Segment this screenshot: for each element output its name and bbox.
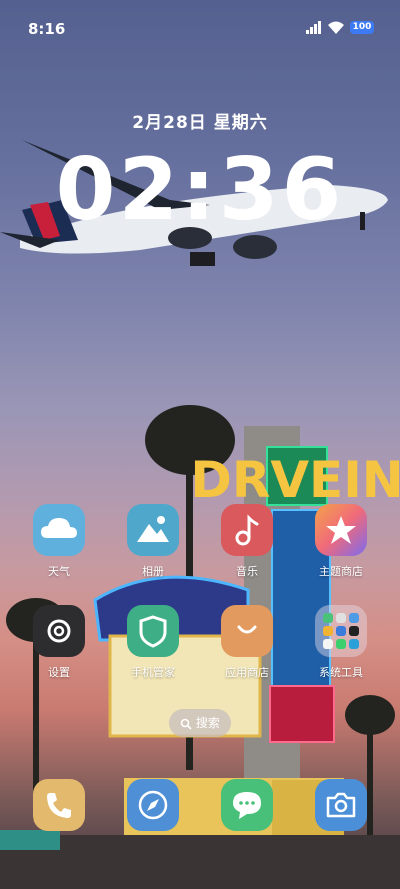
dock-messages[interactable] bbox=[207, 779, 287, 831]
settings-gear-icon bbox=[33, 605, 85, 657]
wallpaper: DRVEIN bbox=[0, 0, 400, 889]
appstore-bag-icon bbox=[221, 605, 273, 657]
app-themes-label: 主题商店 bbox=[319, 565, 363, 578]
app-manager-label: 手机管家 bbox=[131, 666, 175, 679]
app-manager[interactable]: 手机管家 bbox=[113, 605, 193, 680]
app-tools-folder[interactable]: 系统工具 bbox=[301, 605, 381, 680]
weather-icon bbox=[33, 504, 85, 556]
app-music-label: 音乐 bbox=[236, 565, 258, 578]
battery-indicator: 100 bbox=[350, 21, 374, 34]
search-label: 搜索 bbox=[195, 716, 220, 730]
dock-camera[interactable] bbox=[301, 779, 381, 831]
app-gallery[interactable]: 相册 bbox=[113, 504, 193, 579]
themes-star-icon bbox=[315, 504, 367, 556]
wifi-icon bbox=[327, 21, 345, 35]
lockscreen-clock: 02:36 bbox=[55, 140, 345, 240]
wallpaper-scene: DRVEIN bbox=[0, 140, 400, 889]
dock-phone[interactable] bbox=[19, 779, 99, 831]
tower-letter-d: DRVEIN bbox=[190, 451, 400, 509]
compass-icon bbox=[127, 779, 179, 831]
app-appstore-label: 应用商店 bbox=[225, 666, 269, 679]
camera-icon bbox=[315, 779, 367, 831]
app-themes[interactable]: 主题商店 bbox=[301, 504, 381, 579]
cellular-signal-icon bbox=[306, 21, 322, 34]
awning bbox=[0, 830, 60, 850]
lockscreen-date: 2月28日 星期六 bbox=[132, 113, 268, 133]
message-bubble-icon bbox=[221, 779, 273, 831]
tools-folder-icon bbox=[315, 605, 367, 657]
app-gallery-label: 相册 bbox=[142, 565, 164, 578]
app-settings[interactable]: 设置 bbox=[19, 605, 99, 680]
dock-browser[interactable] bbox=[113, 779, 193, 831]
search-icon bbox=[180, 718, 192, 730]
search-pill[interactable]: 搜索 bbox=[169, 709, 231, 737]
app-settings-label: 设置 bbox=[48, 666, 70, 679]
app-weather[interactable]: 天气 bbox=[19, 504, 99, 579]
status-bar: 8:16 100 bbox=[0, 0, 400, 56]
status-time: 8:16 bbox=[28, 20, 66, 38]
app-music[interactable]: 音乐 bbox=[207, 504, 287, 579]
phone-icon bbox=[33, 779, 85, 831]
app-appstore[interactable]: 应用商店 bbox=[207, 605, 287, 680]
gallery-icon bbox=[127, 504, 179, 556]
app-weather-label: 天气 bbox=[48, 565, 70, 578]
shield-icon bbox=[127, 605, 179, 657]
music-icon bbox=[221, 504, 273, 556]
app-tools-label: 系统工具 bbox=[319, 666, 363, 679]
